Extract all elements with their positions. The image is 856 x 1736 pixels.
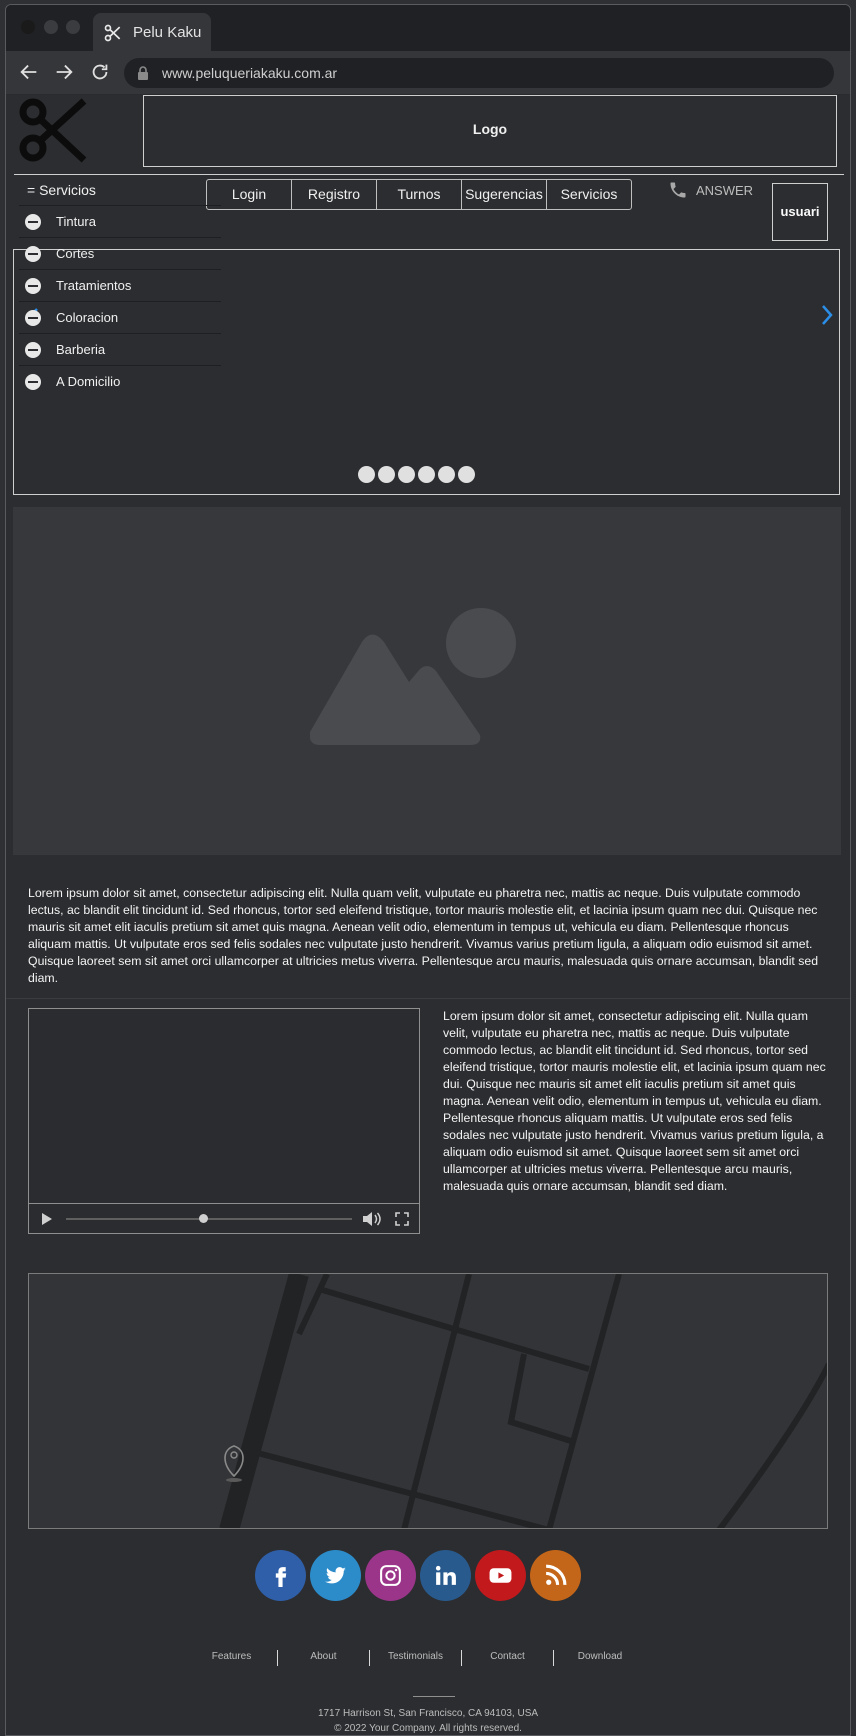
intro-paragraph: Lorem ipsum dolor sit amet, consectetur … [28,886,819,985]
close-window-button[interactable] [21,20,35,34]
minus-circle-icon [25,310,41,326]
footer-link-contact[interactable]: Contact [462,1650,554,1666]
video-controls [29,1203,419,1233]
youtube-icon [489,1568,512,1583]
video-progress-thumb[interactable] [199,1214,209,1223]
services-sidebar: = Servicios Tintura Cortes Tratamientos … [19,179,221,398]
carousel-indicators [358,466,475,483]
maximize-window-button[interactable] [66,20,80,34]
rss-icon [545,1564,567,1586]
carousel-dot[interactable] [378,466,395,483]
header-divider [14,174,844,175]
address-toolbar: www.peluqueriakaku.com.ar [6,51,850,95]
menu-registro-button[interactable]: Registro [292,180,377,209]
scissors-icon [19,98,87,163]
menu-sugerencias-button[interactable]: Sugerencias [462,180,547,209]
minus-circle-icon [25,342,41,358]
twitter-icon [325,1567,346,1584]
reload-icon[interactable] [89,61,111,83]
instagram-icon [380,1565,401,1586]
minus-circle-icon [25,246,41,262]
web-page: Logo Login Registro Turnos Sugerencias S… [6,95,850,1735]
sidebar-item-tratamientos[interactable]: Tratamientos [19,270,221,302]
secondary-paragraph: Lorem ipsum dolor sit amet, consectetur … [443,1009,826,1193]
logo-placeholder[interactable]: Logo [143,95,837,167]
chevron-right-icon[interactable] [819,303,835,327]
carousel-dot[interactable] [438,466,455,483]
footer-copyright: © 2022 Your Company. All rights reserved… [334,1723,522,1734]
title-bar: Pelu Kaku [6,5,850,51]
minus-circle-icon [25,214,41,230]
sidebar-item-label: Tintura [56,214,96,229]
video-player[interactable] [28,1008,420,1234]
social-links [255,1550,581,1601]
carousel-dot[interactable] [398,466,415,483]
user-box[interactable]: usuari [772,183,828,241]
map-streets [219,1274,827,1528]
fullscreen-icon[interactable] [395,1212,409,1226]
sidebar-item-a-domicilio[interactable]: A Domicilio [19,366,221,398]
browser-tab[interactable]: Pelu Kaku [93,13,211,51]
play-icon[interactable] [41,1212,53,1226]
footer-link-testimonials[interactable]: Testimonials [370,1650,462,1666]
menu-turnos-button[interactable]: Turnos [377,180,462,209]
sidebar-item-cortes[interactable]: Cortes [19,238,221,270]
section-divider [6,998,850,999]
tab-title: Pelu Kaku [133,24,202,41]
sidebar-item-label: A Domicilio [56,374,121,389]
facebook-button[interactable] [255,1550,306,1601]
footer-divider [413,1696,455,1697]
footer-link-download[interactable]: Download [554,1650,646,1666]
linkedin-button[interactable] [420,1550,471,1601]
minus-circle-icon [25,278,41,294]
footer-address: 1717 Harrison St, San Francisco, CA 9410… [317,1708,539,1719]
sidebar-item-coloracion[interactable]: Coloracion [19,302,221,334]
footer-links: Features About Testimonials Contact Down… [186,1650,646,1666]
carousel-dot[interactable] [458,466,475,483]
browser-window: Pelu Kaku www.peluqueriakaku.com.ar Logo… [5,4,851,1736]
logo-label: Logo [472,121,508,137]
forward-arrow-icon[interactable] [53,61,75,83]
carousel-dot[interactable] [418,466,435,483]
twitter-button[interactable] [310,1550,361,1601]
address-bar[interactable]: www.peluqueriakaku.com.ar [124,58,834,88]
image-placeholder [13,507,841,855]
sidebar-item-tintura[interactable]: Tintura [19,206,221,238]
video-progress-track[interactable] [66,1218,352,1220]
minimize-window-button[interactable] [44,20,58,34]
scissors-icon [104,24,121,42]
sidebar-item-label: Coloracion [56,310,119,325]
sidebar-title[interactable]: = Servicios [19,179,221,206]
instagram-button[interactable] [365,1550,416,1601]
url-text: www.peluqueriakaku.com.ar [162,65,338,81]
main-menu: Login Registro Turnos Sugerencias Servic… [206,179,632,210]
location-map[interactable] [28,1273,828,1529]
rss-button[interactable] [530,1550,581,1601]
site-footer: Features About Testimonials Contact Down… [6,1538,850,1735]
user-label: usuari [780,204,820,219]
facebook-icon [275,1567,287,1587]
phone-icon[interactable] [668,180,688,200]
youtube-button[interactable] [475,1550,526,1601]
image-placeholder-icon [310,608,516,745]
volume-icon[interactable] [362,1210,382,1228]
menu-servicios-button[interactable]: Servicios [547,180,631,209]
footer-link-features[interactable]: Features [186,1650,278,1666]
lock-icon [138,66,148,80]
minus-circle-icon [25,374,41,390]
sidebar-item-label: Barberia [56,342,106,357]
carousel-dot[interactable] [358,466,375,483]
sidebar-item-label: Cortes [56,246,95,261]
footer-link-about[interactable]: About [278,1650,370,1666]
sidebar-item-barberia[interactable]: Barberia [19,334,221,366]
linkedin-icon [435,1565,456,1585]
sidebar-item-label: Tratamientos [56,278,132,293]
back-arrow-icon[interactable] [18,61,40,83]
phone-answer-label[interactable]: ANSWER [696,183,753,198]
